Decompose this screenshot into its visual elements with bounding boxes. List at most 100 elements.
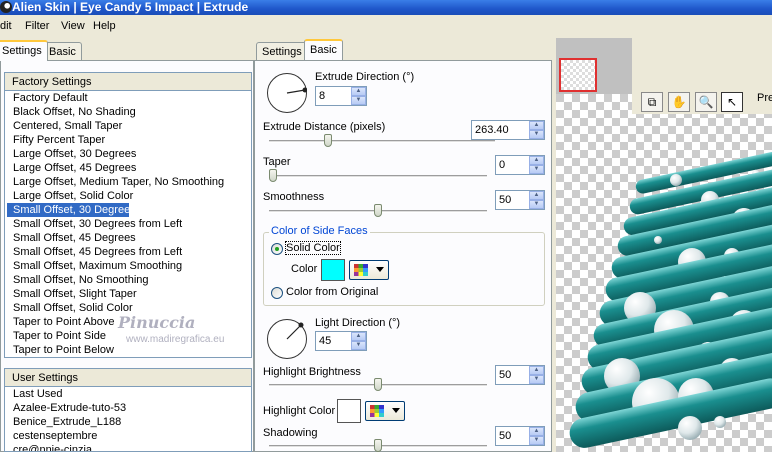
extrude-direction-spinner[interactable]: ▲▼	[315, 86, 367, 106]
tab-basic-left[interactable]: Basic	[43, 42, 82, 61]
user-settings-group: User Settings Last Used Azalee-Extrude-tu…	[4, 368, 252, 452]
window-title: Alien Skin | Eye Candy 5 Impact | Extrud…	[12, 0, 249, 14]
shadowing-spinner[interactable]: ▲▼	[495, 426, 545, 446]
slider-thumb[interactable]	[374, 204, 382, 217]
slider-thumb[interactable]	[324, 134, 332, 147]
side-face-palette-button[interactable]	[349, 260, 389, 280]
factory-preset-item[interactable]: Centered, Small Taper	[7, 119, 251, 133]
basic-panel: Extrude Direction (°) ▲▼ Extrude Distanc…	[254, 60, 552, 452]
light-direction-input[interactable]	[316, 332, 352, 350]
factory-preset-item[interactable]: Large Offset, Medium Taper, No Smoothing	[7, 175, 251, 189]
factory-preset-item[interactable]: Taper to Point Below	[7, 343, 251, 357]
factory-preset-item[interactable]: Fifty Percent Taper	[7, 133, 251, 147]
dial-needle-icon	[286, 322, 304, 340]
light-direction-dial[interactable]	[267, 319, 307, 359]
light-direction-label: Light Direction (°)	[315, 317, 401, 329]
spin-down-icon[interactable]: ▼	[529, 375, 544, 384]
smoothness-input[interactable]	[496, 191, 530, 209]
menu-help[interactable]: Help	[93, 20, 116, 32]
pointer-icon[interactable]: ↖	[721, 92, 743, 112]
user-preset-item[interactable]: Benice_Extrude_L188	[7, 415, 251, 429]
slider-thumb[interactable]	[374, 439, 382, 452]
tab-basic-mid[interactable]: Basic	[304, 39, 343, 60]
factory-preset-item[interactable]: Large Offset, Solid Color	[7, 189, 251, 203]
spin-down-icon[interactable]: ▼	[351, 96, 366, 105]
palette-icon	[370, 405, 384, 417]
hand-icon[interactable]: ✋	[668, 92, 690, 112]
factory-preset-item[interactable]: Small Offset, No Smoothing	[7, 273, 251, 287]
solid-color-radio[interactable]	[271, 243, 283, 255]
factory-preset-item[interactable]: Small Offset, Maximum Smoothing	[7, 259, 251, 273]
user-preset-item[interactable]: Azalee-Extrude-tuto-53	[7, 401, 251, 415]
factory-preset-item[interactable]: Small Offset, 30 Degrees	[7, 203, 136, 217]
app-icon	[0, 1, 12, 13]
highlight-brightness-input[interactable]	[496, 366, 530, 384]
factory-preset-item[interactable]: Small Offset, 45 Degrees	[7, 231, 251, 245]
user-preset-item[interactable]: cre@nnie-cinzia	[7, 443, 251, 451]
extrude-distance-input[interactable]	[472, 121, 530, 139]
factory-preset-item[interactable]: Large Offset, 30 Degrees	[7, 147, 251, 161]
highlight-palette-button[interactable]	[365, 401, 405, 421]
shadowing-label: Shadowing	[263, 427, 318, 439]
factory-preset-item[interactable]: Black Offset, No Shading	[7, 105, 251, 119]
dial-needle-icon	[286, 87, 307, 94]
menu-filter[interactable]: Filter	[25, 20, 49, 32]
color-from-original-radio[interactable]	[271, 287, 283, 299]
spin-down-icon[interactable]: ▼	[529, 200, 544, 209]
spin-up-icon[interactable]: ▲	[529, 121, 544, 130]
side-faces-legend: Color of Side Faces	[269, 225, 370, 237]
shadowing-slider[interactable]	[269, 439, 487, 452]
highlight-brightness-label: Highlight Brightness	[263, 366, 361, 378]
user-preset-item[interactable]: Last Used	[7, 387, 251, 401]
spin-down-icon[interactable]: ▼	[529, 165, 544, 174]
extrude-distance-spinner[interactable]: ▲▼	[471, 120, 545, 140]
spin-up-icon[interactable]: ▲	[529, 427, 544, 436]
factory-preset-item[interactable]: Small Offset, 30 Degrees from Left	[7, 217, 251, 231]
smoothness-slider[interactable]	[269, 204, 487, 218]
factory-preset-item[interactable]: Large Offset, 45 Degrees	[7, 161, 251, 175]
smoothness-spinner[interactable]: ▲▼	[495, 190, 545, 210]
bubble-shape	[678, 416, 702, 440]
extrude-direction-input[interactable]	[316, 87, 352, 105]
spin-up-icon[interactable]: ▲	[351, 332, 366, 341]
spin-up-icon[interactable]: ▲	[351, 87, 366, 96]
palette-icon	[354, 264, 368, 276]
highlight-color-swatch[interactable]	[337, 399, 361, 423]
chevron-down-icon	[392, 408, 400, 413]
extrude-distance-slider[interactable]	[269, 134, 495, 148]
zoom-icon[interactable]: 🔍	[695, 92, 717, 112]
color-from-original-label[interactable]: Color from Original	[286, 286, 378, 298]
taper-slider[interactable]	[269, 169, 487, 183]
tab-settings-mid[interactable]: Settings	[256, 42, 308, 61]
tab-settings-left[interactable]: Settings	[0, 40, 48, 61]
extrude-direction-dial[interactable]	[267, 73, 307, 113]
taper-spinner[interactable]: ▲▼	[495, 155, 545, 175]
solid-color-label[interactable]: Solid Color	[285, 241, 341, 255]
user-preset-item[interactable]: cestenseptembre	[7, 429, 251, 443]
spin-down-icon[interactable]: ▼	[529, 436, 544, 445]
preview-label: Pre	[757, 92, 772, 104]
shadowing-input[interactable]	[496, 427, 530, 445]
navigator-icon[interactable]: ⧉	[641, 92, 663, 112]
slider-thumb[interactable]	[374, 378, 382, 391]
menu-edit[interactable]: dit	[0, 20, 12, 32]
slider-thumb[interactable]	[269, 169, 277, 182]
spin-up-icon[interactable]: ▲	[529, 366, 544, 375]
color-label: Color	[291, 263, 318, 275]
spin-down-icon[interactable]: ▼	[529, 130, 544, 139]
taper-label: Taper	[263, 156, 291, 168]
highlight-brightness-spinner[interactable]: ▲▼	[495, 365, 545, 385]
highlight-brightness-slider[interactable]	[269, 378, 487, 392]
factory-preset-item[interactable]: Small Offset, 45 Degrees from Left	[7, 245, 251, 259]
bubble-shape	[654, 236, 662, 244]
navigator-viewport[interactable]	[559, 58, 597, 92]
menu-view[interactable]: View	[61, 20, 85, 32]
side-face-color-swatch[interactable]	[321, 259, 345, 281]
factory-preset-item[interactable]: Small Offset, Slight Taper	[7, 287, 251, 301]
spin-up-icon[interactable]: ▲	[529, 191, 544, 200]
spin-up-icon[interactable]: ▲	[529, 156, 544, 165]
spin-down-icon[interactable]: ▼	[351, 341, 366, 350]
factory-preset-item[interactable]: Factory Default	[7, 91, 251, 105]
taper-input[interactable]	[496, 156, 530, 174]
light-direction-spinner[interactable]: ▲▼	[315, 331, 367, 351]
